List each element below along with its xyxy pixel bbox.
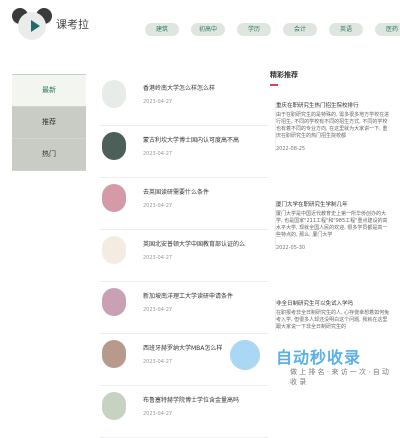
tab-latest[interactable]: 最新 <box>12 75 86 107</box>
list-item[interactable]: 英国北安普顿大学中国教育部认证的么 2023-04-27 <box>100 230 268 282</box>
site-header: 课考拉 建筑 初高中 学历 会计 英语 医药 <box>0 0 400 50</box>
article-date: 2023-04-27 <box>143 411 173 417</box>
watermark-main: 自动秒收录 <box>276 348 362 367</box>
section-underline <box>270 84 278 86</box>
watermark-logo: 自动秒收录 做 上 排 名 · 来 访 一 次 · 自 动 收 录 <box>230 340 390 388</box>
top-nav: 建筑 初高中 学历 会计 英语 医药 <box>145 23 400 36</box>
nav-item[interactable]: 英语 <box>329 23 363 36</box>
article-date: 2023-04-27 <box>143 255 173 261</box>
avatar <box>102 80 126 108</box>
avatar <box>102 288 126 316</box>
rec-card[interactable]: 厦门大学在职研究生学制几年 厦门大学是中国近代教育史上第一所华侨创办的大学, 也… <box>275 200 390 251</box>
article-title[interactable]: 蒙古利坎大学博士国内认可度高不高 <box>143 135 239 144</box>
recommended-section: 精彩推荐 <box>270 70 390 86</box>
list-item[interactable]: 蒙古利坎大学博士国内认可度高不高 2023-04-27 <box>100 126 268 178</box>
rec-card[interactable]: 非全日制研究生可以免试入学吗 在职报考非全日制研究生的人, 心存侥幸想着如何免考… <box>275 299 390 331</box>
section-title: 精彩推荐 <box>270 71 298 79</box>
rec-card-body: 在职报考非全日制研究生的人, 心存侥幸想着如何免考入学, 但很多人却还没明白这个… <box>276 310 390 330</box>
list-item[interactable]: 新加坡南洋理工大学读研申请条件 2023-04-27 <box>100 282 268 334</box>
article-date: 2023-04-27 <box>143 99 173 105</box>
nav-item[interactable]: 医药 <box>375 23 400 36</box>
logo-face <box>18 12 46 40</box>
article-title[interactable]: 英国北安普顿大学中国教育部认证的么 <box>143 239 245 248</box>
article-date: 2023-04-27 <box>143 203 173 209</box>
avatar <box>102 236 126 264</box>
site-logo[interactable] <box>12 6 52 44</box>
tab-popular[interactable]: 热门 <box>12 139 86 171</box>
play-icon <box>31 20 40 32</box>
rec-card[interactable]: 重庆在职研究生热门招生院校排行 由于在职研究生的是特殊的, 需多很多地方学校在进… <box>275 101 390 152</box>
list-item[interactable]: 布鲁塞特赫学院博士学位含金量高吗 2023-04-27 <box>100 386 268 438</box>
avatar <box>102 340 126 368</box>
rec-card-title[interactable]: 重庆在职研究生热门招生院校排行 <box>276 101 390 109</box>
watermark-icon <box>230 340 260 370</box>
article-date: 2023-04-27 <box>143 151 173 157</box>
avatar <box>102 184 126 212</box>
list-item[interactable]: 去英国读研需要什么条件 2023-04-27 <box>100 178 268 230</box>
rec-card-date: 2022-05-30 <box>276 245 306 251</box>
avatar <box>102 132 126 160</box>
nav-item[interactable]: 建筑 <box>145 23 179 36</box>
avatar <box>102 392 126 420</box>
article-title[interactable]: 西班牙赫罗纳大学MBA怎么样 <box>143 343 222 352</box>
tab-recommended[interactable]: 推荐 <box>12 107 86 139</box>
article-date: 2023-04-27 <box>143 307 173 313</box>
watermark-sub: 做 上 排 名 · 来 访 一 次 · 自 动 收 录 <box>290 368 389 386</box>
rec-card-body: 厦门大学是中国近代教育史上第一所华侨创办的大学, 也是国家"211工程"和"98… <box>276 211 388 238</box>
list-item[interactable]: 香港岭南大学怎么样怎么样 2023-04-27 <box>100 74 268 126</box>
article-date: 2023-04-27 <box>143 359 173 365</box>
article-title[interactable]: 去英国读研需要什么条件 <box>143 187 209 196</box>
article-title[interactable]: 香港岭南大学怎么样怎么样 <box>143 83 215 92</box>
article-title[interactable]: 新加坡南洋理工大学读研申请条件 <box>143 291 233 300</box>
nav-item[interactable]: 初高中 <box>191 23 225 36</box>
nav-item[interactable]: 学历 <box>237 23 271 36</box>
rec-card-body: 由于在职研究生的是特殊的, 需多很多地方学校在进行招生, 不同的学校有不同的招生… <box>276 112 390 139</box>
rec-card-title[interactable]: 厦门大学在职研究生学制几年 <box>276 200 390 208</box>
rec-card-title[interactable]: 非全日制研究生可以免试入学吗 <box>276 299 390 307</box>
site-brand[interactable]: 课考拉 <box>56 16 89 32</box>
rec-card-date: 2022-08-25 <box>276 146 306 152</box>
nav-item[interactable]: 会计 <box>283 23 317 36</box>
left-tabs: 最新 推荐 热门 <box>12 74 86 171</box>
